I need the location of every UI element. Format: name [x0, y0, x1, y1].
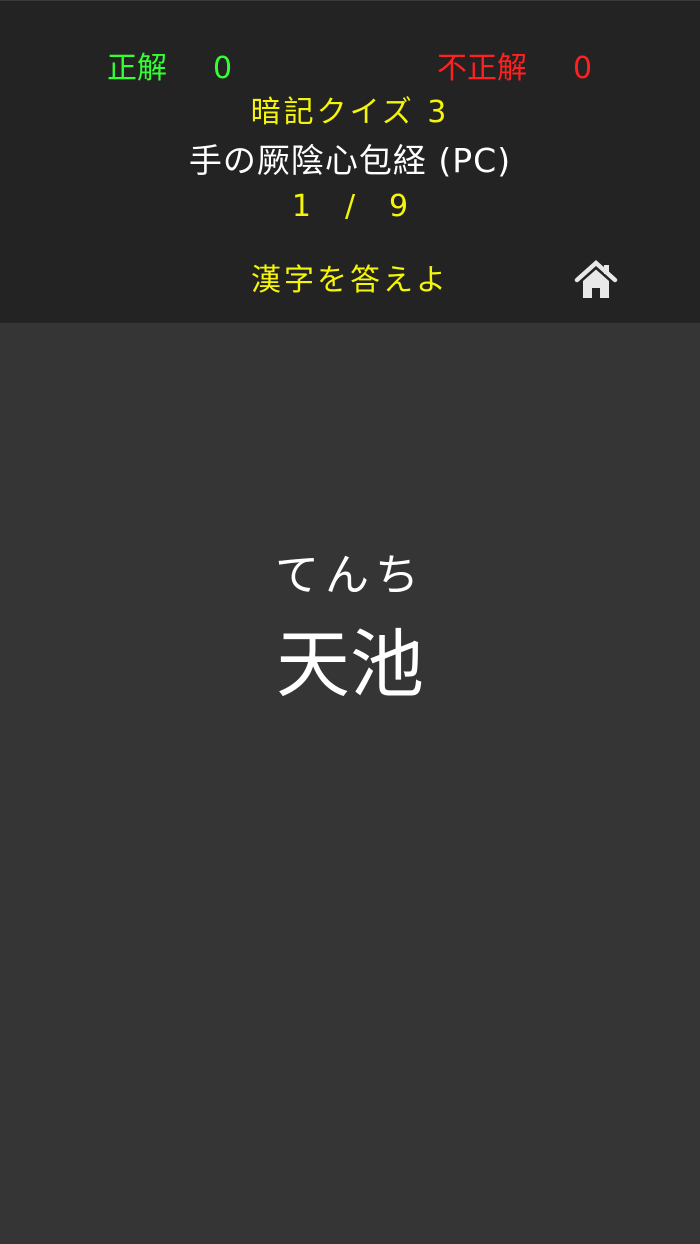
wrong-label: 不正解 [437, 51, 527, 86]
quiz-header: 正解 0 不正解 0 暗記クイズ 3 手の厥陰心包経 (PC) 1/9 漢字を答えよ [0, 0, 700, 323]
progress-separator: / [344, 189, 356, 224]
wrong-count: 0 [573, 51, 593, 86]
progress-total: 9 [389, 189, 409, 224]
home-icon [574, 259, 618, 298]
reading-text: てんち [275, 550, 425, 601]
quiz-title: 暗記クイズ 3 [250, 95, 450, 130]
progress-current: 1 [291, 189, 311, 224]
wrong-score: 不正解 0 [437, 49, 592, 89]
home-button[interactable] [574, 259, 618, 301]
kanji-answer: 天池 [276, 622, 424, 708]
progress-counter: 1 / 9 [0, 187, 700, 227]
correct-score: 正解 0 [107, 49, 232, 89]
correct-label: 正解 [107, 51, 167, 86]
quiz-subtitle: 手の厥陰心包経 (PC) [188, 141, 512, 180]
question-area: てんち 天池 [0, 323, 700, 1244]
correct-count: 0 [213, 51, 233, 86]
